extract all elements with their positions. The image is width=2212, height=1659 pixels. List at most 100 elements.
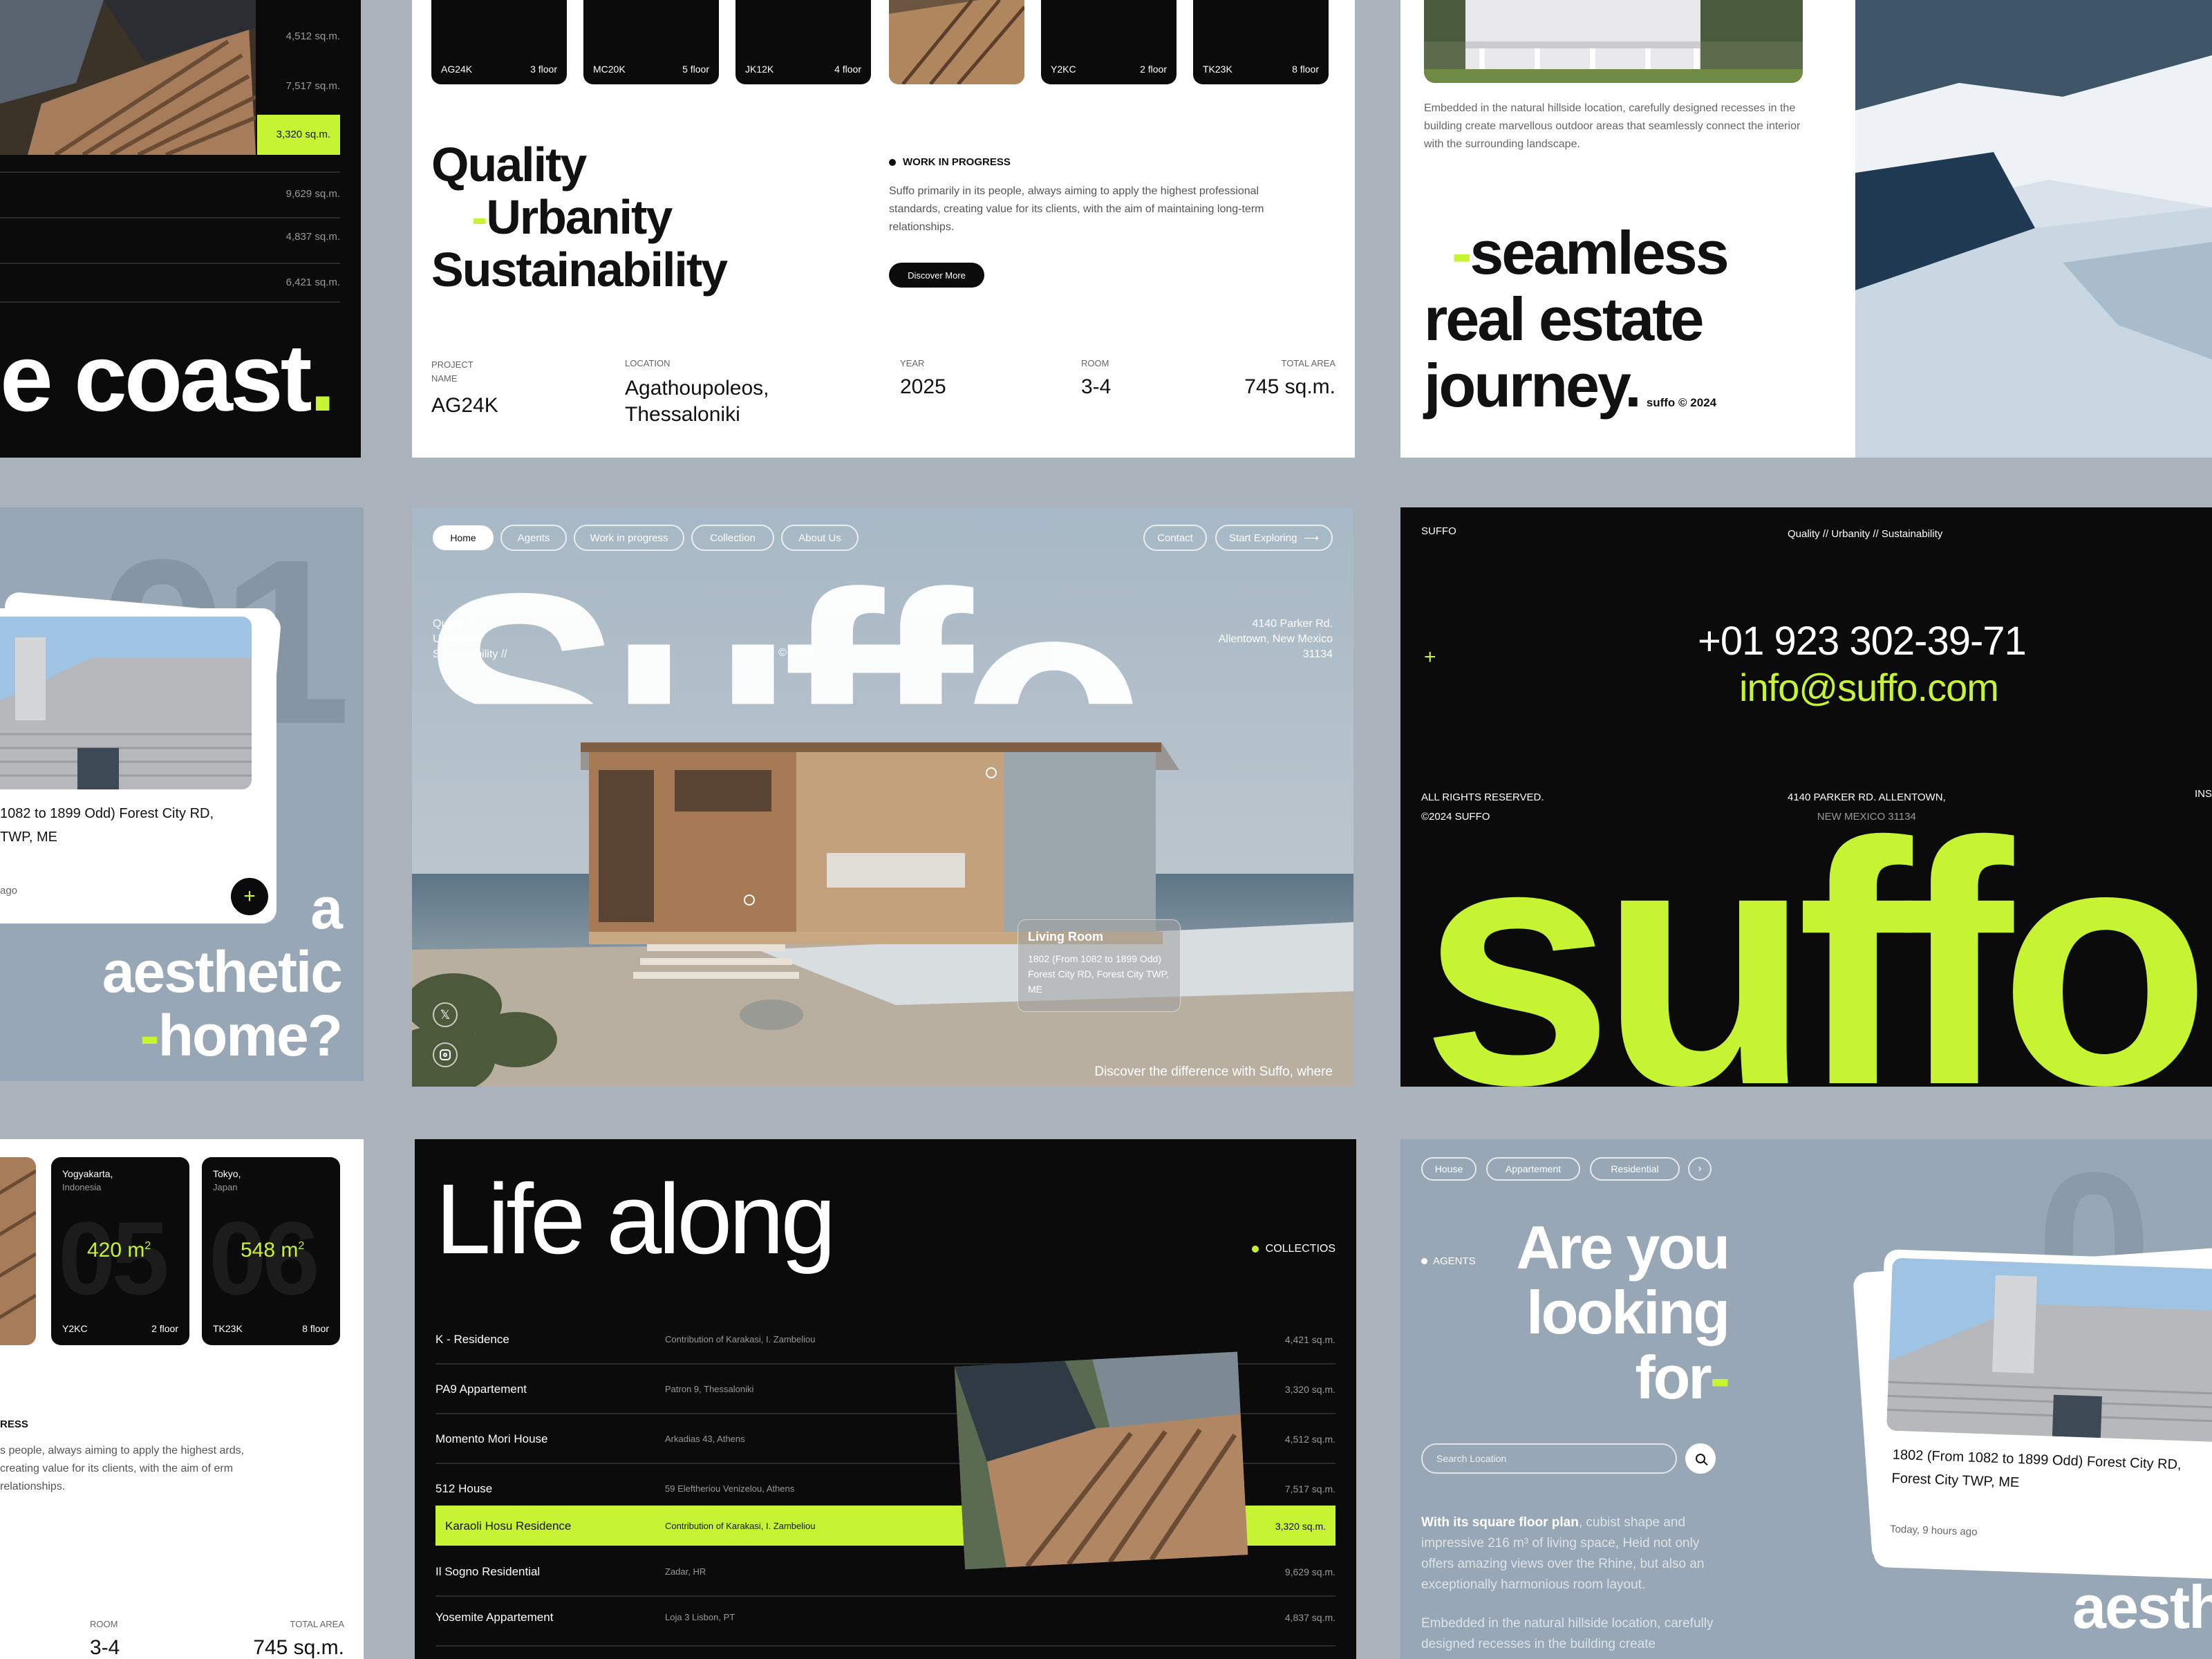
collection-badge: COLLECTIOS <box>1251 1243 1335 1255</box>
tile-area: 548 m2 <box>241 1239 305 1262</box>
dash-accent: - <box>140 1003 160 1068</box>
description-2: Embedded in the natural hillside locatio… <box>1421 1616 1714 1651</box>
contact-button[interactable]: Contact <box>1143 525 1207 551</box>
tile-code: AG24K <box>441 64 473 75</box>
tile-code: MC20K <box>593 64 626 75</box>
meta-location: LOCATION Agathoupoleos, Thessaloniki <box>625 358 805 428</box>
headline-text: e coast <box>0 325 312 431</box>
hotspot-dot[interactable] <box>744 894 755 906</box>
roof-tile-photo[interactable] <box>889 0 1024 84</box>
area-row-highlight[interactable]: 3,320 sq.m. <box>257 115 340 155</box>
meta-total-area: TOTAL AREA 745 sq.m. <box>1244 358 1335 399</box>
project-tile[interactable]: Y2KC 2 floor <box>1041 0 1177 84</box>
nav-home[interactable]: Home <box>433 525 494 550</box>
project-tile[interactable]: JK12K 4 floor <box>735 0 871 84</box>
area-row: 7,517 sq.m. <box>0 71 340 105</box>
hotspot-dot[interactable] <box>986 767 997 778</box>
area-row: 4,512 sq.m. <box>0 21 340 55</box>
snow-mountain-photo <box>1855 0 2212 458</box>
status-badge: RESS <box>0 1418 28 1430</box>
location-tile[interactable]: 05 Yogyakarta, Indonesia 420 m2 Y2KC 2 f… <box>51 1157 189 1345</box>
headline-period: . <box>309 325 336 431</box>
table-row[interactable]: Yosemite Appartement Loja 3 Lisbon, PT 4… <box>435 1597 1335 1647</box>
tagline: Quality // Urbanity // Sustainability <box>1788 528 1943 540</box>
nav-work-in-progress[interactable]: Work in progress <box>574 525 684 551</box>
area-value: 6,421 sq.m. <box>285 276 340 288</box>
headline-line-2: -Urbanity <box>471 190 673 244</box>
nav-collection[interactable]: Collection <box>691 525 774 551</box>
headline-line-1: -seamless <box>1452 218 1730 287</box>
tile-floor: 8 floor <box>302 1323 329 1334</box>
search-input[interactable]: Search Location <box>1421 1443 1677 1474</box>
card-hero: Suffo Home Agents Work in progress Colle… <box>412 507 1353 1087</box>
card-collection: Life along COLLECTIOS K - Residence Cont… <box>415 1139 1356 1659</box>
meta-label: LOCATION <box>625 358 671 368</box>
meta-label: YEAR <box>900 358 925 368</box>
x-social-icon[interactable]: 𝕏 <box>433 1002 458 1027</box>
headline-line-2: real estate <box>1424 285 1704 353</box>
aesthetic-text: aesth <box>2072 1573 2212 1641</box>
start-exploring-button[interactable]: Start Exploring ⟶ <box>1215 525 1333 551</box>
plus-icon: + <box>1424 646 1436 668</box>
project-tile[interactable]: MC20K 5 floor <box>583 0 719 84</box>
hero-bottom-text: Discover the difference with Suffo, wher… <box>1094 1065 1333 1079</box>
hero-tagline: Quality // Urbanity // Sustainability // <box>433 618 507 660</box>
question-text: a aesthetic -home? <box>102 876 343 1068</box>
popup-text: 1802 (From 1082 to 1899 Odd) Forest City… <box>1028 953 1170 995</box>
card-contact: SUFFO Quality // Urbanity // Sustainabil… <box>1400 507 2212 1087</box>
meta-label: TOTAL AREA <box>1281 358 1335 368</box>
card-aesthetic-home: 01 1082 to 1899 Odd) Forest City RD, TWP… <box>0 507 364 1081</box>
dash-accent: - <box>1452 218 1472 287</box>
headline: e coast. <box>0 330 336 426</box>
arrow-right-icon: ⟶ <box>1304 532 1319 544</box>
location-tile[interactable]: 06 Tokyo, Japan 548 m2 TK23K 8 floor <box>202 1157 340 1345</box>
copyright: suffo © 2024 <box>1646 396 1717 409</box>
instagram-link[interactable]: INS <box>2195 788 2212 800</box>
project-tile[interactable]: AG24K 3 floor <box>431 0 567 84</box>
phone-link[interactable]: +01 923 302-39-71 <box>1698 618 2027 664</box>
tile-country: Japan <box>213 1182 238 1192</box>
description: Embedded in the natural hillside locatio… <box>1424 102 1801 150</box>
filter-appartement[interactable]: Appartement <box>1486 1157 1580 1181</box>
card-project-details: AG24K 3 floor MC20K 5 floor JK12K 4 floo… <box>412 0 1355 458</box>
meta-label: PROJECT NAME <box>431 359 474 384</box>
email-link[interactable]: info@suffo.com <box>1739 665 1999 710</box>
headline-line-3: Sustainability <box>431 243 728 297</box>
nav-about-us[interactable]: About Us <box>781 525 859 551</box>
headline: Are you looking for- <box>1516 1213 1730 1412</box>
filter-residential[interactable]: Residential <box>1590 1157 1680 1181</box>
tile-floor: 2 floor <box>1140 64 1167 75</box>
footer-wordmark: suffo <box>1421 770 2211 1087</box>
meta-room: ROOM 3-4 <box>90 1619 120 1659</box>
room-popup[interactable]: Living Room 1802 (From 1082 to 1899 Odd)… <box>1018 919 1181 1012</box>
tile-floor: 5 floor <box>682 64 709 75</box>
filter-house[interactable]: House <box>1421 1157 1477 1181</box>
hero-copyright: © 2024 <box>778 647 814 659</box>
search-button[interactable] <box>1685 1443 1716 1474</box>
dot-icon <box>1251 1246 1259 1253</box>
description: s people, always aiming to apply the hig… <box>0 1445 245 1492</box>
discover-more-button[interactable]: Discover More <box>889 263 984 288</box>
tile-code: Y2KC <box>1051 64 1076 75</box>
brand-label: SUFFO <box>1421 525 1456 537</box>
card-area-list: 4,512 sq.m. 7,517 sq.m. 3,320 sq.m. 9,62… <box>0 0 361 458</box>
instagram-icon[interactable] <box>433 1042 458 1067</box>
tile-code: TK23K <box>1203 64 1232 75</box>
project-tile[interactable]: TK23K 8 floor <box>1193 0 1329 84</box>
tile-floor: 4 floor <box>834 64 861 75</box>
area-row: 9,629 sq.m. <box>0 171 340 214</box>
tile-code: JK12K <box>745 64 774 75</box>
roof-photo <box>0 1157 36 1345</box>
tile-floor: 3 floor <box>530 64 557 75</box>
chevron-right-icon[interactable]: › <box>1688 1157 1712 1181</box>
hero-address: 4140 Parker Rd. Allentown, New Mexico 31… <box>1218 618 1333 660</box>
listing-card[interactable]: 1802 (From 1082 to 1899 Odd) Forest City… <box>1873 1249 2212 1580</box>
listing-time: ago <box>0 885 18 897</box>
description: Suffo primarily in its people, always ai… <box>889 185 1264 233</box>
tile-city: Yogyakarta, <box>62 1168 113 1179</box>
meta-year: YEAR 2025 <box>900 358 946 399</box>
listing-address: 1802 (From 1082 to 1899 Odd) Forest City… <box>1891 1447 2182 1491</box>
nav-agents[interactable]: Agents <box>500 525 567 551</box>
card-locations: 05 Yogyakarta, Indonesia 420 m2 Y2KC 2 f… <box>0 1139 364 1659</box>
tile-code: TK23K <box>213 1323 243 1334</box>
